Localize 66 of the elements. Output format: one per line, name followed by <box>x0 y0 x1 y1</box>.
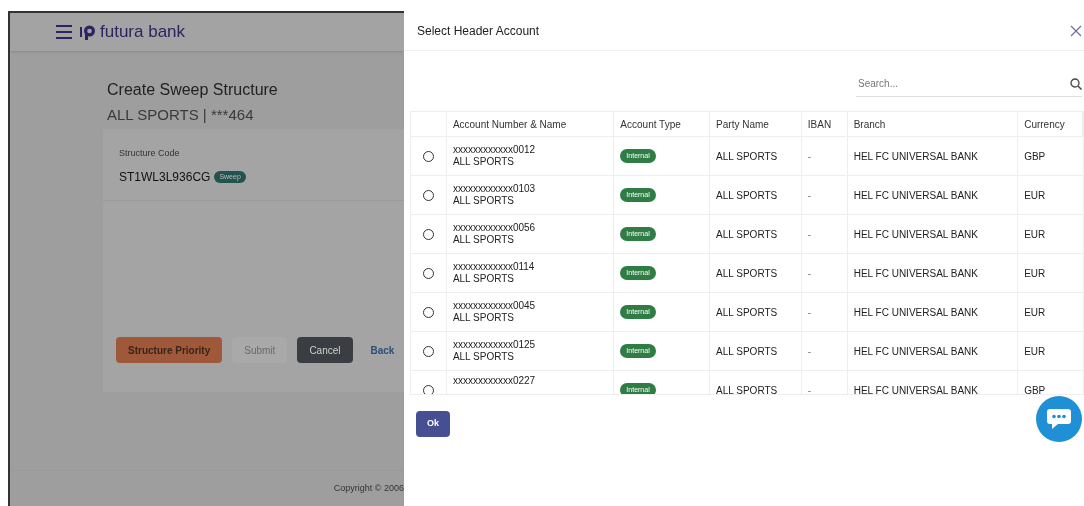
table-cell-text: EUR <box>1024 188 1046 203</box>
table-cell-text: HEL FC UNIVERSAL BANK <box>853 305 978 320</box>
action-button[interactable]: Structure Priority <box>116 337 223 363</box>
brand-name: futura bank <box>100 21 186 44</box>
table-cell-text: ALL SPORTS <box>716 188 778 203</box>
page-subtitle: ALL SPORTS | ***464 <box>107 105 255 125</box>
field-label: Structure Code <box>119 146 181 160</box>
table-cell-text: HEL FC UNIVERSAL BANK <box>853 227 978 242</box>
column-header: Party Name <box>716 117 769 132</box>
column-header: IBAN <box>807 117 832 132</box>
table-cell-text: ALL SPORTS <box>716 149 778 164</box>
account-name: ALL SPORTS <box>452 234 515 246</box>
table-cell-text: GBP <box>1024 149 1046 164</box>
account-name: ALL SPORTS <box>452 156 515 168</box>
table-cell-text: EUR <box>1024 227 1046 242</box>
action-button[interactable]: Back <box>362 337 403 363</box>
chat-button[interactable] <box>1036 396 1082 442</box>
modal-title: Select Header Account <box>417 22 540 40</box>
table-cell-text: GBP <box>1024 383 1046 394</box>
table-cell-text: HEL FC UNIVERSAL BANK <box>853 383 978 394</box>
table-cell-text: HEL FC UNIVERSAL BANK <box>853 344 978 359</box>
column-header: Account Number & Name <box>452 117 567 132</box>
table-cell-text: ALL SPORTS <box>716 344 778 359</box>
table-cell-text: EUR <box>1024 305 1046 320</box>
menu-icon[interactable] <box>56 25 72 39</box>
account-name: ALL SPORTS <box>452 195 515 207</box>
account-number: xxxxxxxxxxxx0125 <box>452 339 537 351</box>
chat-icon <box>1046 408 1072 430</box>
account-number: xxxxxxxxxxxx0114 <box>452 261 536 273</box>
account-name: ALL SPORTS <box>452 273 515 285</box>
page-title: Create Sweep Structure <box>107 80 279 100</box>
account-number: xxxxxxxxxxxx0012 <box>452 144 537 156</box>
account-name: ALL SPORTS <box>452 351 515 363</box>
table-cell-text: ALL SPORTS <box>716 227 778 242</box>
column-header: Branch <box>853 117 886 132</box>
table-cell-text: - <box>807 149 812 164</box>
table-cell-text: ALL SPORTS <box>716 266 778 281</box>
table-cell-text: ALL SPORTS <box>716 305 778 320</box>
table-cell-text: ALL SPORTS <box>716 383 778 394</box>
action-button[interactable]: Submit <box>232 337 288 363</box>
table-cell-text: EUR <box>1024 266 1046 281</box>
column-header: Account Type <box>620 117 681 132</box>
table-cell-text: - <box>807 227 812 242</box>
account-number: xxxxxxxxxxxx0045 <box>452 300 537 312</box>
table-cell-text: - <box>807 266 812 281</box>
account-number: xxxxxxxxxxxx0056 <box>452 222 537 234</box>
structure-code: ST1WL3L936CG <box>119 169 211 186</box>
table-cell-text: - <box>807 344 812 359</box>
table-cell-text: HEL FC UNIVERSAL BANK <box>853 188 978 203</box>
table-cell-text: HEL FC UNIVERSAL BANK <box>853 149 978 164</box>
table-cell-text: - <box>807 305 812 320</box>
account-number: xxxxxxxxxxxx0227 <box>452 375 537 387</box>
ok-button[interactable]: Ok <box>416 410 450 437</box>
table-cell-text: - <box>807 383 812 394</box>
close-icon[interactable] <box>1070 24 1082 37</box>
logo-icon <box>80 24 96 40</box>
account-name: ALL SPORTS <box>452 312 515 324</box>
table-cell-text: HEL FC UNIVERSAL BANK <box>853 266 978 281</box>
account-number: xxxxxxxxxxxx0103 <box>452 183 537 195</box>
action-button[interactable]: Cancel <box>297 337 353 363</box>
column-header: Currency <box>1024 117 1065 132</box>
search-icon[interactable] <box>1070 77 1082 90</box>
table-cell-text: - <box>807 188 812 203</box>
table-cell-text: EUR <box>1024 344 1046 359</box>
copyright-text: Copyright © 2006 <box>333 481 404 495</box>
search-field[interactable]: Search... <box>856 76 1070 91</box>
